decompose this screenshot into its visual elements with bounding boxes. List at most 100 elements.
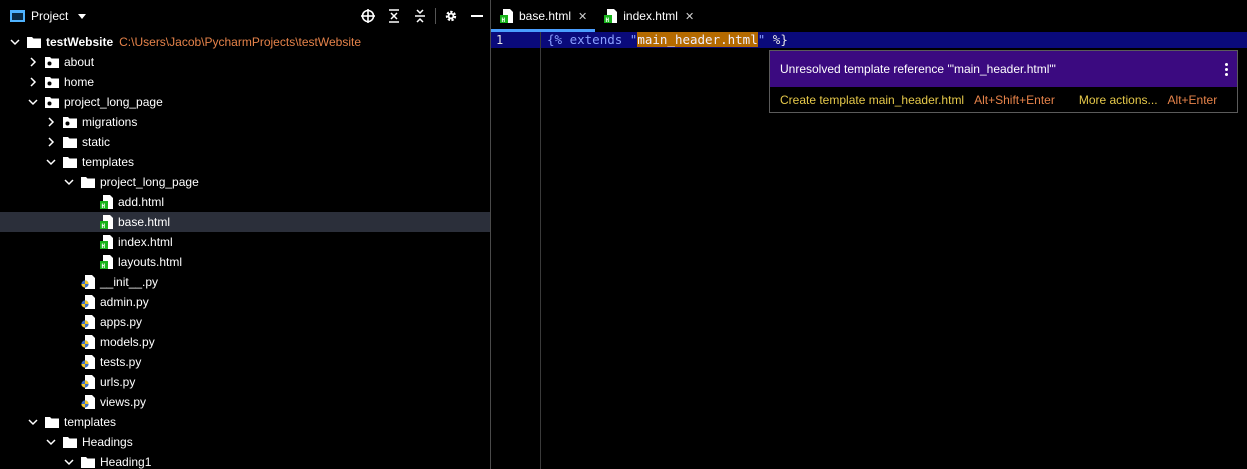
html-file-icon: H: [499, 9, 513, 23]
code-line[interactable]: {% extends "main_header.html" %}: [547, 32, 788, 48]
tree-item-label: project_long_page: [64, 95, 163, 109]
editor-tab[interactable]: Hindex.html ✕: [595, 0, 702, 32]
tree-item[interactable]: project_long_page: [0, 172, 490, 192]
chevron-down-icon[interactable]: [46, 437, 56, 447]
folder-icon: [81, 455, 95, 469]
toolbar-separator: [435, 8, 436, 24]
tree-item[interactable]: Headings: [0, 432, 490, 452]
tree-item-label: about: [64, 55, 95, 69]
tree-item[interactable]: templates: [0, 412, 490, 432]
tree-item-label: home: [64, 75, 95, 89]
chevron-right-icon[interactable]: [46, 117, 56, 127]
python-file-icon: [81, 315, 95, 329]
html-file-icon: H: [99, 215, 113, 229]
editor-tab-bar: Hbase.html ✕ Hindex.html ✕: [491, 0, 1247, 32]
tree-item[interactable]: urls.py: [0, 372, 490, 392]
close-icon[interactable]: ✕: [685, 10, 694, 23]
tree-item[interactable]: project_long_page: [0, 92, 490, 112]
tree-item[interactable]: Hlayouts.html: [0, 252, 490, 272]
tree-item[interactable]: Heading1: [0, 452, 490, 469]
collapse-all-icon[interactable]: [407, 7, 433, 25]
tree-item[interactable]: migrations: [0, 112, 490, 132]
tree-item-label: base.html: [118, 215, 171, 229]
tree-item-label: templates: [64, 415, 117, 429]
project-window-icon: [10, 10, 25, 22]
svg-text:H: H: [101, 223, 105, 229]
tree-item-label: Heading1: [100, 455, 152, 469]
tree-item[interactable]: Hbase.html: [0, 212, 490, 232]
tree-item[interactable]: templates: [0, 152, 490, 172]
locate-icon[interactable]: [355, 7, 381, 25]
tree-item[interactable]: testWebsite C:\Users\Jacob\PycharmProject…: [0, 32, 490, 52]
project-tree: testWebsite C:\Users\Jacob\PycharmProject…: [0, 32, 490, 469]
project-path: C:\Users\Jacob\PycharmProjects\testWebsi…: [119, 35, 361, 49]
tab-label: base.html: [519, 9, 572, 23]
line-gutter: 1: [491, 32, 541, 469]
popup-actions: Create template main_header.html Alt+Shi…: [770, 87, 1237, 112]
tree-item-label: index.html: [118, 235, 173, 249]
chevron-down-icon[interactable]: [10, 37, 20, 47]
tree-item-label: project_long_page: [100, 175, 199, 189]
panel-toolbar: [355, 7, 490, 25]
tree-item-label: admin.py: [100, 295, 149, 309]
chevron-down-icon[interactable]: [64, 457, 74, 467]
project-panel-header: Project: [0, 0, 490, 32]
create-template-shortcut: Alt+Shift+Enter: [974, 92, 1055, 107]
tree-item[interactable]: views.py: [0, 392, 490, 412]
package-icon: [45, 55, 59, 69]
chevron-down-icon[interactable]: [64, 177, 74, 187]
svg-text:H: H: [101, 243, 105, 249]
project-panel-title: Project: [31, 9, 69, 23]
hide-icon[interactable]: [464, 7, 490, 25]
popup-header: Unresolved template reference '"main_hea…: [770, 51, 1237, 87]
tree-item-label: __init__.py: [100, 275, 159, 289]
create-template-action[interactable]: Create template main_header.html: [780, 93, 964, 107]
tree-item[interactable]: models.py: [0, 332, 490, 352]
tree-item[interactable]: about: [0, 52, 490, 72]
tree-item[interactable]: Hadd.html: [0, 192, 490, 212]
chevron-down-icon[interactable]: [28, 417, 38, 427]
template-tag-close: %}: [765, 32, 788, 47]
html-file-icon: H: [99, 235, 113, 249]
tree-item[interactable]: tests.py: [0, 352, 490, 372]
package-icon: [45, 95, 59, 109]
tree-item-label: urls.py: [100, 375, 136, 389]
unresolved-reference[interactable]: main_header.html: [637, 32, 758, 47]
inspection-popup: Unresolved template reference '"main_hea…: [769, 50, 1238, 113]
tree-item[interactable]: home: [0, 72, 490, 92]
chevron-right-icon[interactable]: [28, 77, 38, 87]
project-view-selector[interactable]: Project: [10, 9, 87, 23]
editor-tab[interactable]: Hbase.html ✕: [491, 0, 596, 32]
chevron-down-icon[interactable]: [46, 157, 56, 167]
tree-item-label: models.py: [100, 335, 155, 349]
tree-item-label: tests.py: [100, 355, 142, 369]
tree-item[interactable]: admin.py: [0, 292, 490, 312]
chevron-down-icon: [78, 13, 87, 19]
python-file-icon: [81, 375, 95, 389]
chevron-down-icon[interactable]: [28, 97, 38, 107]
tree-item-label: migrations: [82, 115, 138, 129]
chevron-right-icon[interactable]: [28, 57, 38, 67]
more-actions-link[interactable]: More actions...: [1079, 93, 1158, 107]
tab-label: index.html: [623, 9, 678, 23]
tree-item[interactable]: apps.py: [0, 312, 490, 332]
more-options-icon[interactable]: [1225, 63, 1228, 76]
tree-item[interactable]: static: [0, 132, 490, 152]
tree-item-label: templates: [82, 155, 135, 169]
svg-text:H: H: [101, 203, 105, 209]
html-file-icon: H: [603, 9, 617, 23]
gear-icon[interactable]: [438, 7, 464, 25]
python-file-icon: [81, 355, 95, 369]
package-icon: [45, 75, 59, 89]
chevron-right-icon[interactable]: [46, 137, 56, 147]
folder-icon: [81, 175, 95, 189]
tree-item[interactable]: __init__.py: [0, 272, 490, 292]
close-icon[interactable]: ✕: [578, 10, 587, 23]
tree-item-label: Headings: [82, 435, 133, 449]
tree-item-label: testWebsite: [46, 35, 114, 49]
tree-item[interactable]: Hindex.html: [0, 232, 490, 252]
folder-icon: [27, 35, 41, 49]
svg-text:H: H: [605, 17, 609, 23]
expand-all-icon[interactable]: [381, 7, 407, 25]
svg-text:H: H: [101, 263, 105, 269]
